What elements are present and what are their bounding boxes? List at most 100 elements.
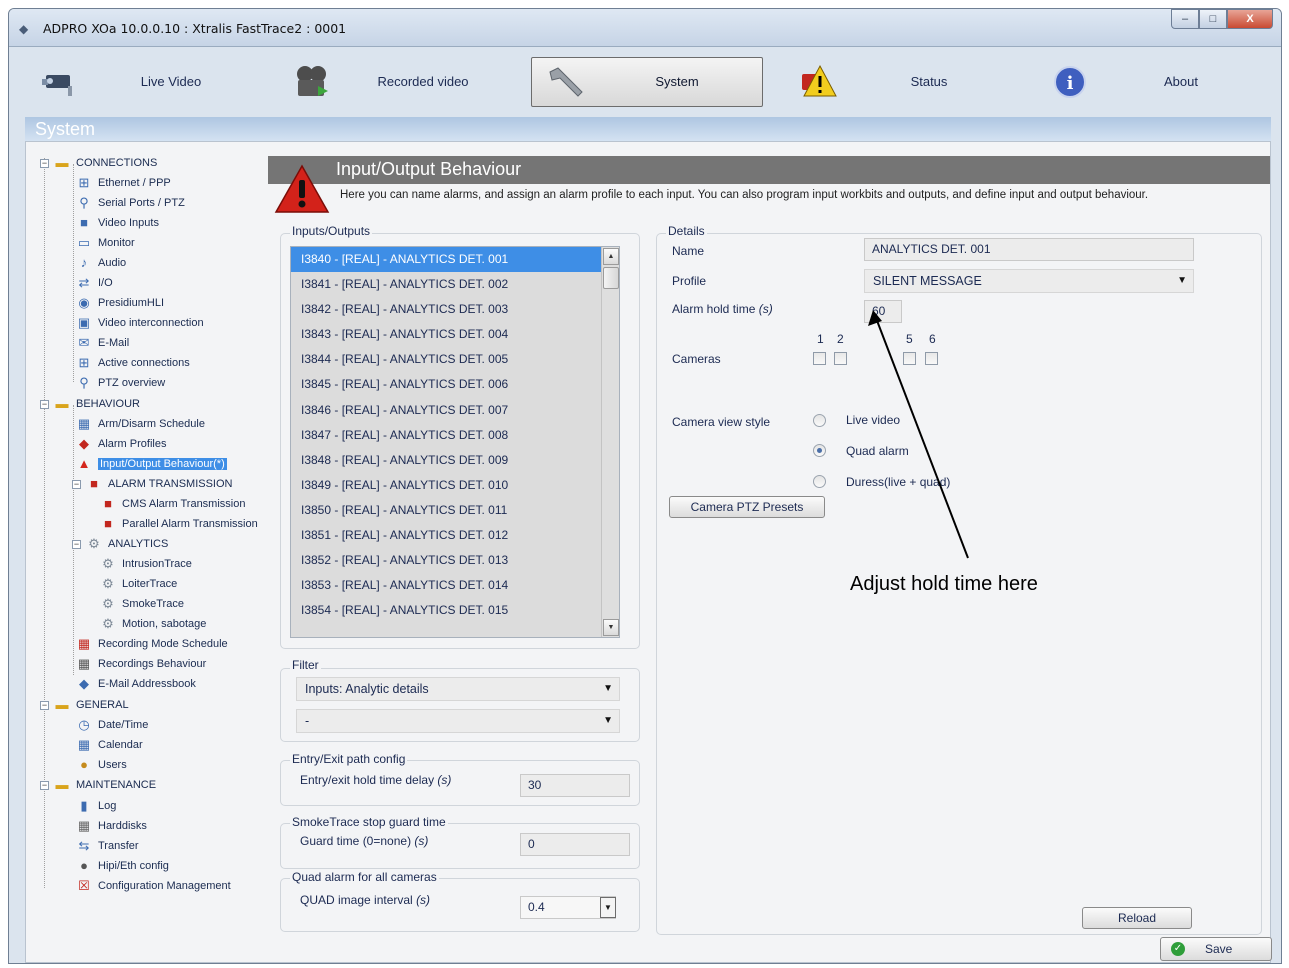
tree-harddisks[interactable]: ▦ Harddisks <box>76 817 147 835</box>
tree-monitor[interactable]: ▭ Monitor <box>76 234 135 252</box>
tree-video-inputs[interactable]: ■ Video Inputs <box>76 214 159 232</box>
tree-audio[interactable]: ♪ Audio <box>76 254 126 272</box>
io-list-item[interactable]: I3840 - [REAL] - ANALYTICS DET. 001 <box>291 247 619 273</box>
io-list-item[interactable]: I3848 - [REAL] - ANALYTICS DET. 009 <box>291 448 619 473</box>
profile-select[interactable]: SILENT MESSAGE ▼ <box>864 269 1194 293</box>
tree-ptz-overview[interactable]: ⚲ PTZ overview <box>76 374 165 392</box>
entry-exit-hold-input[interactable]: 30 <box>520 774 630 797</box>
io-list-item[interactable]: I3849 - [REAL] - ANALYTICS DET. 010 <box>291 473 619 498</box>
io-list-item[interactable]: I3852 - [REAL] - ANALYTICS DET. 013 <box>291 548 619 573</box>
scroll-down-button[interactable]: ▼ <box>603 619 619 636</box>
tree-general[interactable]: ▬ GENERAL <box>54 696 129 714</box>
nav-status[interactable]: Status <box>783 57 1015 107</box>
maximize-button[interactable]: □ <box>1199 9 1227 29</box>
io-list-item[interactable]: I3850 - [REAL] - ANALYTICS DET. 011 <box>291 498 619 523</box>
io-list-item[interactable]: I3842 - [REAL] - ANALYTICS DET. 003 <box>291 297 619 322</box>
io-list-item[interactable]: I3841 - [REAL] - ANALYTICS DET. 002 <box>291 272 619 297</box>
tree-arm-disarm[interactable]: ▦ Arm/Disarm Schedule <box>76 415 205 433</box>
camera-ptz-presets-button[interactable]: Camera PTZ Presets <box>669 496 825 518</box>
config-icon: ☒ <box>78 878 90 893</box>
tree-motion-sabotage[interactable]: ⚙ Motion, sabotage <box>100 615 206 633</box>
tree-recording-mode[interactable]: ▦ Recording Mode Schedule <box>76 635 228 653</box>
nav-about[interactable]: i About <box>1035 57 1267 107</box>
close-button[interactable]: X <box>1227 9 1273 29</box>
tree-config-management[interactable]: ☒ Configuration Management <box>76 877 231 895</box>
tree-video-interconnection[interactable]: ▣ Video interconnection <box>76 314 204 332</box>
tree-alarm-profiles[interactable]: ◆ Alarm Profiles <box>76 435 166 453</box>
tree-email-addressbook[interactable]: ◆ E-Mail Addressbook <box>76 675 196 693</box>
tree-maintenance[interactable]: ▬ MAINTENANCE <box>54 776 157 794</box>
io-list-item[interactable]: I3844 - [REAL] - ANALYTICS DET. 005 <box>291 347 619 372</box>
inputs-outputs-list[interactable]: I3840 - [REAL] - ANALYTICS DET. 001 I3841… <box>290 246 620 638</box>
duress-radio[interactable] <box>813 475 826 488</box>
guard-time-label: Guard time (0=none) (s) <box>300 834 429 848</box>
tree-cms-transmission[interactable]: ■ CMS Alarm Transmission <box>100 495 245 513</box>
reload-button[interactable]: Reload <box>1082 907 1192 929</box>
tree-behaviour[interactable]: ▬ BEHAVIOUR <box>54 395 140 413</box>
expand-toggle[interactable]: − <box>40 159 49 168</box>
tree-log[interactable]: ▮ Log <box>76 797 116 815</box>
film-reel-icon <box>290 62 334 102</box>
nav-live-video[interactable]: Live Video <box>25 57 257 107</box>
film-icon: ▦ <box>77 656 91 671</box>
guard-time-input[interactable]: 0 <box>520 833 630 856</box>
tree-transfer[interactable]: ⇆ Transfer <box>76 837 139 855</box>
tree-ethernet[interactable]: ⊞ Ethernet / PPP <box>76 174 171 192</box>
minimize-button[interactable]: ‒ <box>1171 9 1199 29</box>
tree-connections[interactable]: ▬ CONNECTIONS <box>54 154 158 172</box>
tree-io-behaviour[interactable]: ▲ Input/Output Behaviour(*) <box>76 455 227 473</box>
io-list-item[interactable]: I3851 - [REAL] - ANALYTICS DET. 012 <box>291 523 619 548</box>
tree-presidium[interactable]: ◉ PresidiumHLI <box>76 294 164 312</box>
expand-toggle[interactable]: − <box>72 540 81 549</box>
section-header: System <box>25 117 1271 141</box>
list-scrollbar[interactable]: ▲ ▼ <box>601 247 619 637</box>
nav-system[interactable]: System <box>531 57 763 107</box>
expand-toggle[interactable]: − <box>40 400 49 409</box>
tree-active-connections[interactable]: ⊞ Active connections <box>76 354 190 372</box>
tree-parallel-transmission[interactable]: ■ Parallel Alarm Transmission <box>100 515 258 533</box>
expand-toggle[interactable]: − <box>40 701 49 710</box>
tree-alarm-transmission[interactable]: ■ ALARM TRANSMISSION <box>86 475 232 493</box>
filter-value-select[interactable]: - ▼ <box>296 709 620 733</box>
io-list-item[interactable]: I3847 - [REAL] - ANALYTICS DET. 008 <box>291 423 619 448</box>
scroll-up-button[interactable]: ▲ <box>603 248 619 265</box>
io-list-item[interactable]: I3854 - [REAL] - ANALYTICS DET. 015 <box>291 598 619 623</box>
io-list-item[interactable]: I3845 - [REAL] - ANALYTICS DET. 006 <box>291 372 619 397</box>
title-bar[interactable]: ◆ ADPRO XOa 10.0.0.10 : Xtralis FastTrac… <box>9 9 1281 47</box>
annotation-text: Adjust hold time here <box>850 573 1038 595</box>
quad-alarm-label: Quad alarm for all cameras <box>290 870 439 884</box>
filter-type-select[interactable]: Inputs: Analytic details ▼ <box>296 677 620 701</box>
nav-recorded-video[interactable]: Recorded video <box>277 57 509 107</box>
io-list-item[interactable]: I3853 - [REAL] - ANALYTICS DET. 014 <box>291 573 619 598</box>
tree-users[interactable]: ● Users <box>76 756 127 774</box>
system-content: − ▬ CONNECTIONS ⊞ Ethernet / PPP ⚲ Serial P… <box>25 141 1272 963</box>
scroll-thumb[interactable] <box>603 267 619 289</box>
quad-alarm-radio[interactable] <box>813 444 826 457</box>
view-style-label: Camera view style <box>672 415 771 429</box>
name-input[interactable]: ANALYTICS DET. 001 <box>864 238 1194 261</box>
app-window: ◆ ADPRO XOa 10.0.0.10 : Xtralis FastTrac… <box>8 8 1282 964</box>
expand-toggle[interactable]: − <box>72 480 81 489</box>
expand-toggle[interactable]: − <box>40 781 49 790</box>
tree-email[interactable]: ✉ E-Mail <box>76 334 130 352</box>
camera-1-checkbox[interactable] <box>813 352 826 365</box>
camera-2-checkbox[interactable] <box>834 352 847 365</box>
tree-analytics[interactable]: ⚙ ANALYTICS <box>86 535 168 553</box>
io-list-item[interactable]: I3846 - [REAL] - ANALYTICS DET. 007 <box>291 398 619 423</box>
save-button[interactable]: ✓ Save <box>1160 937 1272 961</box>
addressbook-icon: ◆ <box>79 676 89 691</box>
tree-serial-ports[interactable]: ⚲ Serial Ports / PTZ <box>76 194 185 212</box>
io-list-item[interactable]: I3843 - [REAL] - ANALYTICS DET. 004 <box>291 322 619 347</box>
tree-smoketrace[interactable]: ⚙ SmokeTrace <box>100 595 184 613</box>
live-video-radio[interactable] <box>813 414 826 427</box>
io-icon: ⇄ <box>78 275 90 290</box>
tree-calendar[interactable]: ▦ Calendar <box>76 736 143 754</box>
nav-about-label: About <box>1164 74 1198 89</box>
tree-io[interactable]: ⇄ I/O <box>76 274 113 292</box>
quad-interval-dropdown[interactable]: ▼ <box>600 897 616 918</box>
tree-datetime[interactable]: ◷ Date/Time <box>76 716 148 734</box>
tree-hipi-eth[interactable]: ● Hipi/Eth config <box>76 857 169 875</box>
tree-intrusiontrace[interactable]: ⚙ IntrusionTrace <box>100 555 192 573</box>
tree-loitertrace[interactable]: ⚙ LoiterTrace <box>100 575 177 593</box>
tree-recordings-behaviour[interactable]: ▦ Recordings Behaviour <box>76 655 206 673</box>
